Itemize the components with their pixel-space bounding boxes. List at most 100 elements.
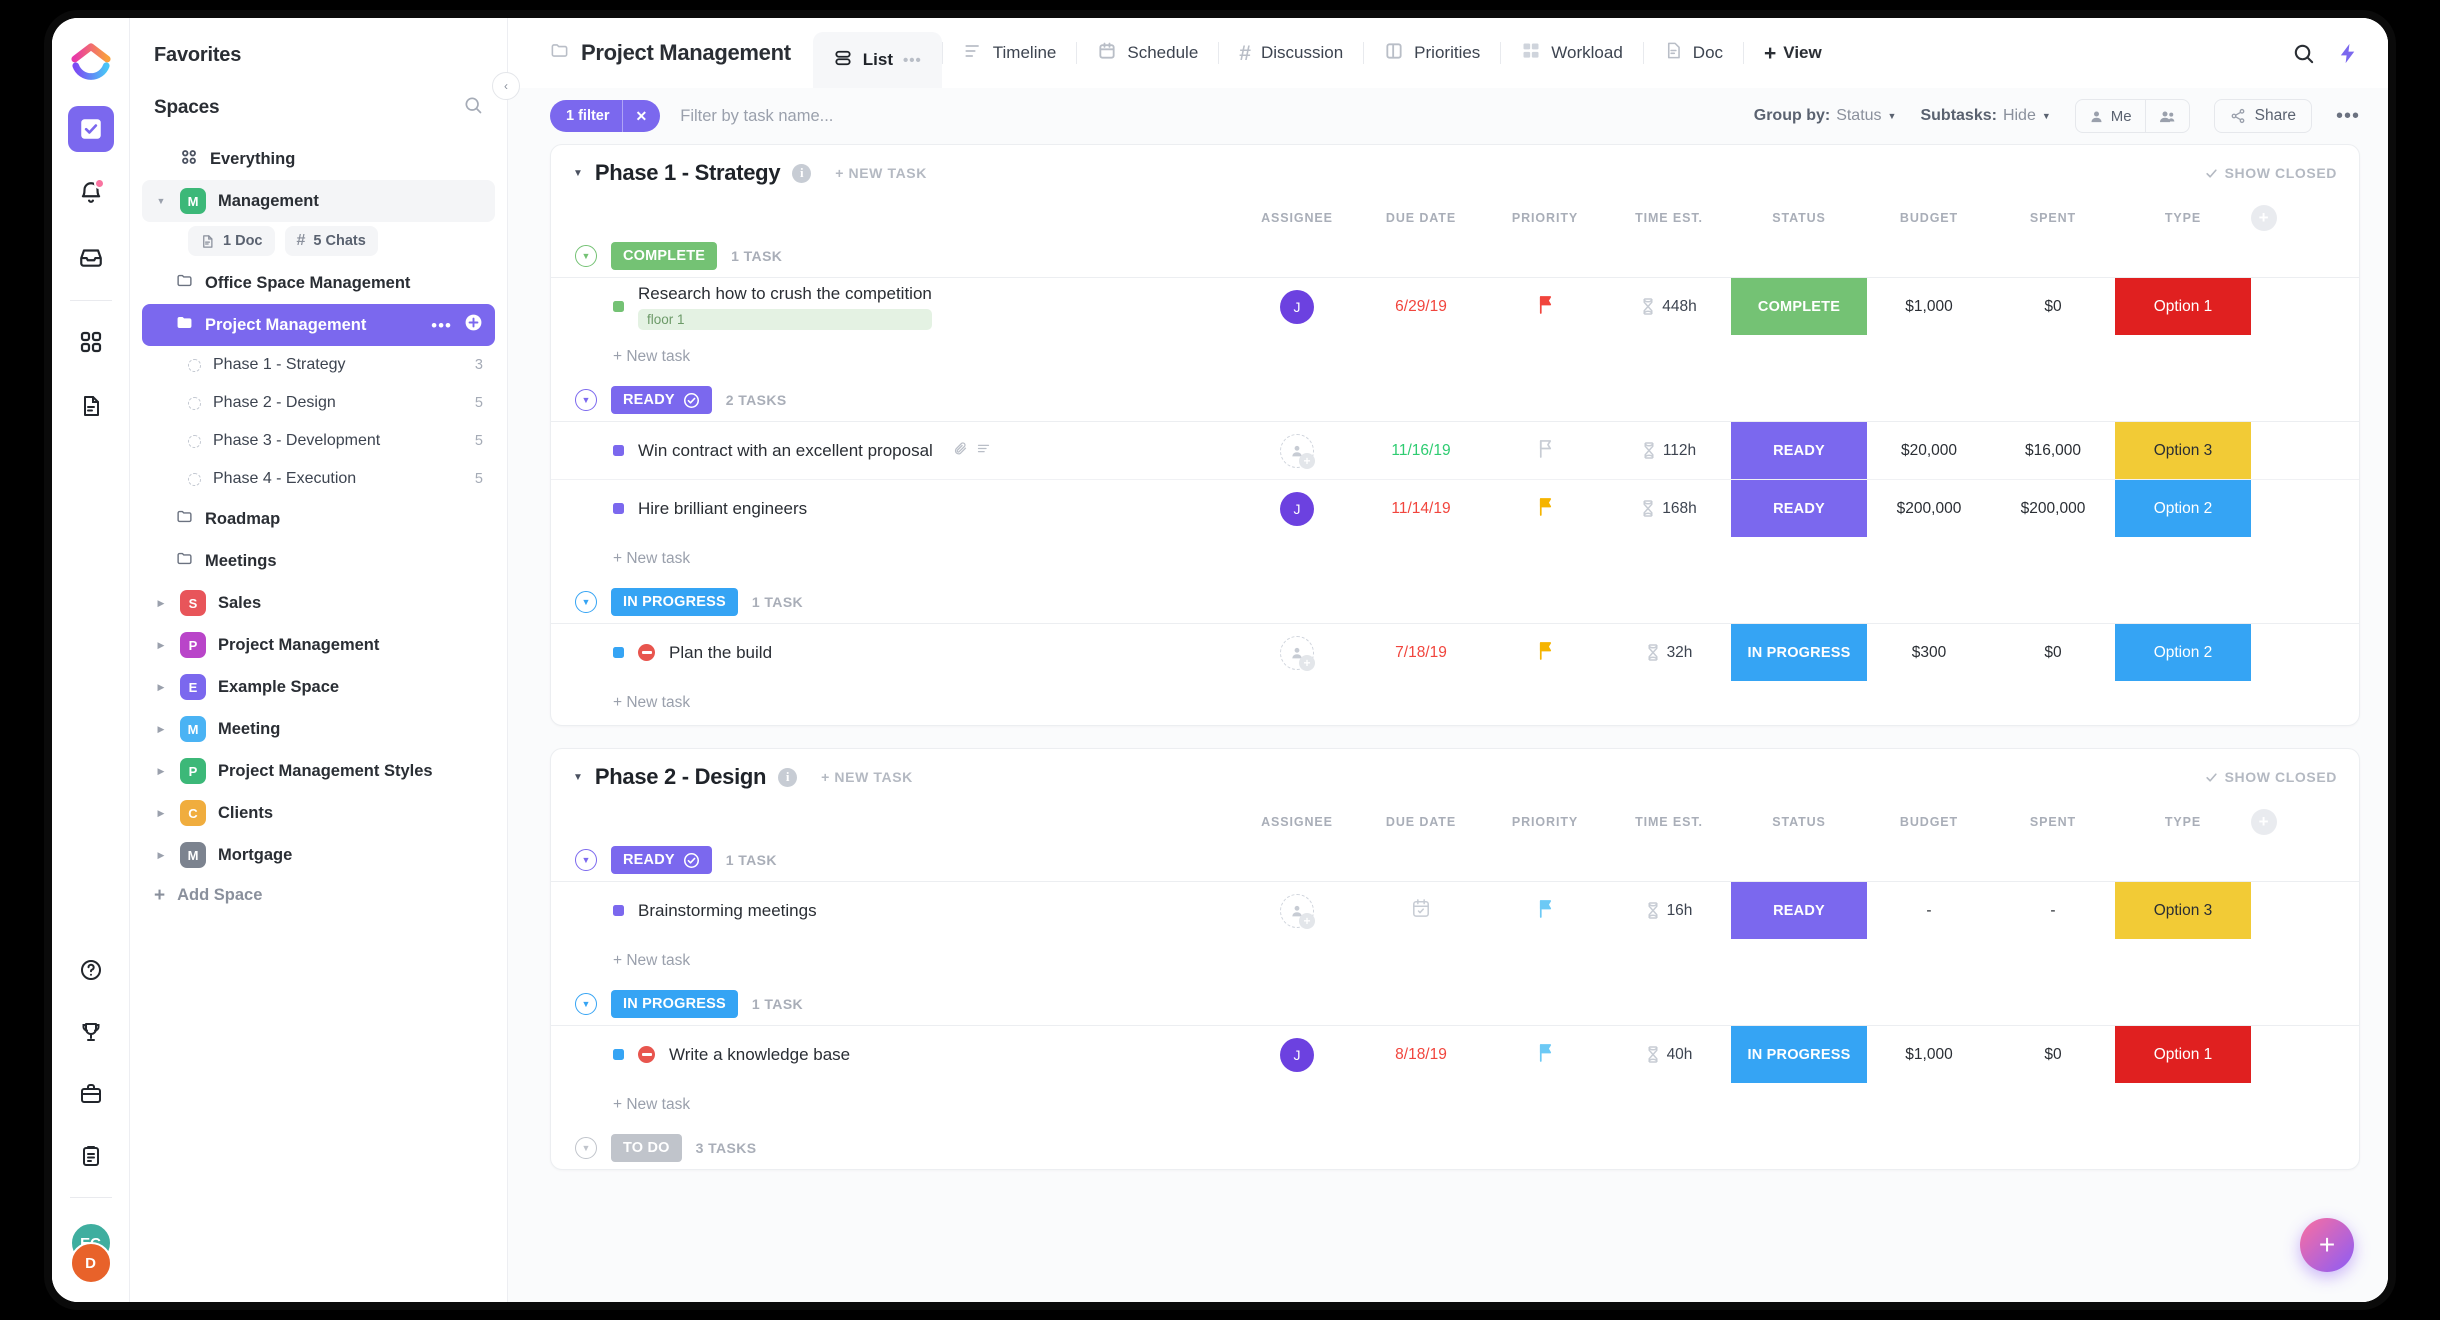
folder-more-icon[interactable]: ••• xyxy=(431,317,452,334)
sidebar-folder-project-management[interactable]: Project Management ••• xyxy=(142,304,495,346)
status-cell[interactable]: READY xyxy=(1731,480,1867,537)
chevron-right-icon[interactable]: ▶ xyxy=(154,598,168,609)
spent-cell[interactable]: $0 xyxy=(1991,624,2115,681)
time-estimate-cell[interactable]: 448h xyxy=(1607,278,1731,335)
column-header-due[interactable]: DUE DATE xyxy=(1359,211,1483,225)
info-icon[interactable]: i xyxy=(792,163,812,183)
avatar-d[interactable]: D xyxy=(69,1242,112,1284)
active-filter-pill[interactable]: 1 filter ✕ xyxy=(550,100,661,132)
type-cell[interactable]: Option 1 xyxy=(2115,1026,2251,1083)
inline-new-task-button[interactable]: + New task xyxy=(551,537,2359,581)
time-estimate-cell[interactable]: 168h xyxy=(1607,480,1731,537)
tab-workload[interactable]: Workload xyxy=(1501,27,1643,79)
assignee-empty[interactable]: + xyxy=(1280,433,1315,469)
description-icon[interactable] xyxy=(976,441,991,461)
lightning-bolt-icon[interactable] xyxy=(2337,42,2360,65)
assignee-cell[interactable]: J xyxy=(1235,480,1359,537)
group-status-chip[interactable]: READY xyxy=(611,846,712,874)
assignee-avatar[interactable]: J xyxy=(1280,1037,1314,1072)
priority-flag-icon[interactable] xyxy=(1537,1043,1554,1067)
new-task-button[interactable]: + NEW TASK xyxy=(835,165,927,181)
spaces-search-icon[interactable] xyxy=(463,95,483,120)
add-assignee-icon[interactable]: + xyxy=(1299,912,1315,929)
sidebar-folder-meetings[interactable]: Meetings xyxy=(142,540,495,582)
sidebar-list-phase-4[interactable]: Phase 4 - Execution 5 xyxy=(142,460,495,498)
assignee-cell[interactable]: J xyxy=(1235,1026,1359,1083)
group-collapse-icon[interactable]: ▼ xyxy=(575,245,597,267)
budget-cell[interactable]: $300 xyxy=(1867,624,1991,681)
column-header-priority[interactable]: PRIORITY xyxy=(1483,815,1607,829)
rail-item-clipboard[interactable] xyxy=(68,1133,114,1179)
chevron-down-icon[interactable]: ▼ xyxy=(154,196,168,206)
phase-collapse-icon[interactable]: ▼ xyxy=(573,168,583,179)
group-collapse-icon[interactable]: ▼ xyxy=(575,389,597,411)
task-name-cell[interactable]: Research how to crush the competition flo… xyxy=(551,278,1235,335)
chevron-right-icon[interactable]: ▶ xyxy=(154,682,168,693)
column-header-assignee[interactable]: ASSIGNEE xyxy=(1235,815,1359,829)
status-cell[interactable]: IN PROGRESS xyxy=(1731,624,1867,681)
inline-new-task-button[interactable]: + New task xyxy=(551,1083,2359,1127)
type-cell[interactable]: Option 1 xyxy=(2115,278,2251,335)
sidebar-space-mortgage[interactable]: ▶ M Mortgage xyxy=(142,834,495,876)
all-assignees-button[interactable] xyxy=(2144,100,2189,132)
column-header-priority[interactable]: PRIORITY xyxy=(1483,211,1607,225)
budget-cell[interactable]: $20,000 xyxy=(1867,422,1991,479)
column-header-status[interactable]: STATUS xyxy=(1731,211,1867,225)
assignee-avatar[interactable]: J xyxy=(1280,491,1314,526)
group-status-chip[interactable]: IN PROGRESS xyxy=(611,588,738,616)
budget-cell[interactable]: $1,000 xyxy=(1867,278,1991,335)
task-name-cell[interactable]: Win contract with an excellent proposal xyxy=(551,422,1235,479)
sidebar-list-phase-3[interactable]: Phase 3 - Development 5 xyxy=(142,422,495,460)
task-name-cell[interactable]: Write a knowledge base xyxy=(551,1026,1235,1083)
due-date-cell[interactable]: 8/18/19 xyxy=(1359,1026,1483,1083)
sidebar-space-clients[interactable]: ▶ C Clients xyxy=(142,792,495,834)
column-header-type[interactable]: TYPE xyxy=(2115,815,2251,829)
task-name-cell[interactable]: Brainstorming meetings xyxy=(551,882,1235,939)
priority-cell[interactable] xyxy=(1483,1026,1607,1083)
task-title[interactable]: Hire brilliant engineers xyxy=(638,499,807,519)
time-estimate-cell[interactable]: 16h xyxy=(1607,882,1731,939)
task-title[interactable]: Win contract with an excellent proposal xyxy=(638,441,933,461)
sidebar-item-everything[interactable]: Everything xyxy=(142,138,495,180)
priority-flag-icon[interactable] xyxy=(1537,295,1554,319)
sidebar-space-project-management[interactable]: ▶ P Project Management xyxy=(142,624,495,666)
add-column-cell[interactable]: + xyxy=(2251,809,2359,835)
task-status-square[interactable] xyxy=(613,1049,624,1060)
priority-cell[interactable] xyxy=(1483,422,1607,479)
rail-item-goals[interactable] xyxy=(68,1009,114,1055)
me-filter-button[interactable]: Me xyxy=(2076,100,2145,132)
add-view-button[interactable]: + View xyxy=(1744,27,1842,79)
tab-list[interactable]: List ••• xyxy=(812,32,942,88)
tab-schedule[interactable]: Schedule xyxy=(1077,27,1218,79)
task-tag[interactable]: floor 1 xyxy=(638,308,932,330)
status-cell[interactable]: IN PROGRESS xyxy=(1731,1026,1867,1083)
type-cell[interactable]: Option 2 xyxy=(2115,624,2251,681)
column-header-spent[interactable]: SPENT xyxy=(1991,815,2115,829)
attachment-icon[interactable] xyxy=(953,441,968,461)
priority-cell[interactable] xyxy=(1483,882,1607,939)
chevron-right-icon[interactable]: ▶ xyxy=(154,850,168,861)
task-row[interactable]: Win contract with an excellent proposal +… xyxy=(551,421,2359,479)
assignee-empty[interactable]: + xyxy=(1280,635,1315,671)
task-list-scroll-area[interactable]: ▼ Phase 1 - Strategy i + NEW TASK SHOW CLOSE… xyxy=(508,144,2388,1302)
due-date-value[interactable]: 8/18/19 xyxy=(1395,1046,1447,1064)
time-estimate-cell[interactable]: 112h xyxy=(1607,422,1731,479)
due-date-value[interactable]: 11/16/19 xyxy=(1391,442,1450,460)
rail-item-tasks[interactable] xyxy=(67,106,114,152)
status-cell[interactable]: READY xyxy=(1731,422,1867,479)
group-by-control[interactable]: Group by: Status ▼ xyxy=(1754,107,1897,125)
priority-flag-icon[interactable] xyxy=(1537,497,1554,521)
task-status-square[interactable] xyxy=(613,905,624,916)
task-row[interactable]: Brainstorming meetings +16h READY - - Option … xyxy=(551,881,2359,939)
task-title[interactable]: Research how to crush the competition xyxy=(638,284,932,304)
share-button[interactable]: Share xyxy=(2213,99,2312,133)
type-cell[interactable]: Option 2 xyxy=(2115,480,2251,537)
time-estimate-cell[interactable]: 32h xyxy=(1607,624,1731,681)
tab-discussion[interactable]: # Discussion xyxy=(1219,27,1363,79)
due-date-value[interactable]: 11/14/19 xyxy=(1391,500,1450,518)
budget-cell[interactable]: $200,000 xyxy=(1867,480,1991,537)
priority-cell[interactable] xyxy=(1483,278,1607,335)
group-collapse-icon[interactable]: ▼ xyxy=(575,849,597,871)
column-header-time[interactable]: TIME EST. xyxy=(1607,815,1731,829)
task-title[interactable]: Plan the build xyxy=(669,643,772,663)
